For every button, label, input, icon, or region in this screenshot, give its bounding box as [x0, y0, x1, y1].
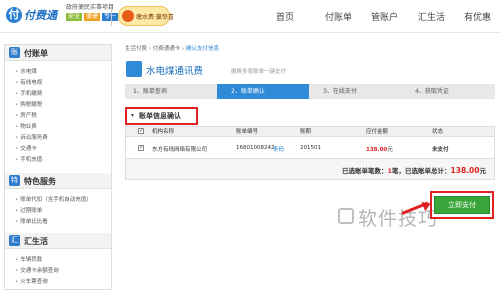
pay-now-button[interactable]: 立即支付: [434, 196, 490, 214]
sidebar-item[interactable]: 手机充值: [15, 155, 42, 163]
sidebar-item[interactable]: 车辆罚款: [15, 255, 42, 263]
breadcrumb-current: 确认支付信息: [185, 46, 219, 52]
cell-amount: 138.00元: [366, 145, 393, 153]
col-status: 状态: [432, 129, 444, 135]
sidebar-item[interactable]: 物业费: [15, 122, 37, 130]
top-header: 付 付费通 政府便民实事项目 安全 便捷 专一 缴水费·赢惊喜 首页 付账单 管…: [0, 0, 500, 33]
nav-home[interactable]: 首页: [276, 10, 294, 23]
chevron-down-icon: ▾: [131, 112, 135, 119]
gift-icon: [122, 10, 134, 22]
breadcrumb-item[interactable]: 付费通通卡: [153, 46, 181, 52]
step-progress: 1、账单查询 2、账单确认 3、在线支付 4、获取凭证: [125, 84, 495, 99]
barcode-link[interactable]: 条码: [273, 145, 284, 153]
slogan: 政府便民实事项目: [66, 4, 115, 11]
sidebar: 账 付账单 水电煤 有线电视 手机缴费 购税缴税 房产税 物业费 诉讼服务费 交…: [4, 44, 112, 290]
section-title: 账单信息确认: [139, 112, 181, 120]
sidebar-item[interactable]: 水电煤: [15, 67, 37, 75]
cell-period: 201501: [300, 145, 321, 151]
col-bill-no: 账单编号: [236, 129, 259, 135]
sidebar-item[interactable]: 账单比比看: [15, 217, 48, 225]
amount-unit: 元: [387, 147, 393, 153]
select-all-checkbox[interactable]: ✓: [138, 128, 144, 134]
breadcrumb: 生活付费 › 付费通通卡 › 确认支付信息: [125, 44, 219, 52]
watermark-icon: [338, 208, 354, 224]
col-org: 机构名称: [152, 129, 175, 135]
amount-value: 138.00: [366, 147, 388, 153]
page-title: 水电煤通讯费: [146, 66, 204, 77]
summary-mid: 笔，已选账单总计：: [392, 167, 451, 175]
slogan-tag: 便捷: [84, 13, 101, 21]
sidebar-section-title: 汇生活: [24, 237, 48, 246]
promo-banner[interactable]: 缴水费·赢惊喜: [118, 6, 174, 26]
sidebar-section-title: 付账单: [24, 49, 48, 58]
step-confirm: 2、账单确认: [217, 84, 309, 99]
sidebar-item[interactable]: 诉讼服务费: [15, 133, 48, 141]
step-pay: 3、在线支付: [309, 84, 401, 99]
page-subtitle: 缴费多张账单一键支付: [231, 69, 287, 75]
sidebar-item[interactable]: 账单代扣（含手机自动充值）: [15, 195, 92, 203]
sidebar-section-special: 特 特色服务: [5, 173, 111, 189]
sidebar-item[interactable]: 交通卡余额查询: [15, 266, 59, 274]
sidebar-item[interactable]: 有线电视: [15, 78, 42, 86]
breadcrumb-item[interactable]: 生活付费: [125, 46, 147, 52]
slogan-tag: 安全: [66, 13, 83, 21]
logo-divider: [111, 6, 112, 26]
utility-icon: [126, 61, 142, 77]
cell-status: 未支付: [432, 147, 449, 153]
bill-icon: 账: [9, 47, 20, 58]
life-icon: 汇: [9, 235, 20, 246]
sidebar-section-title: 特色服务: [24, 177, 56, 186]
promo-text: 缴水费·赢惊喜: [136, 14, 174, 21]
sidebar-item[interactable]: 火车票查询: [15, 277, 48, 285]
summary-prefix: 已选账单笔数：: [342, 167, 388, 175]
sidebar-item[interactable]: 购税缴税: [15, 100, 42, 108]
summary-bar: 已选账单笔数：1笔，已选账单总计：138.00元: [125, 159, 495, 180]
col-amount: 应付金额: [366, 129, 389, 135]
cell-bill-no: 16801008242: [236, 145, 275, 151]
nav-pay-bills[interactable]: 付账单: [325, 10, 352, 23]
sidebar-item[interactable]: 房产税: [15, 111, 37, 119]
step-query: 1、账单查询: [125, 84, 217, 99]
sidebar-section-life: 汇 汇生活: [5, 233, 111, 249]
nav-offers[interactable]: 有优惠: [464, 10, 491, 23]
logo-text[interactable]: 付费通: [24, 7, 57, 23]
summary-total: 138.00: [450, 166, 480, 175]
sidebar-section-pay: 账 付账单: [5, 45, 111, 61]
cell-org: 东方有线网络有限公司: [152, 147, 208, 153]
row-checkbox[interactable]: ✓: [138, 145, 144, 151]
logo-icon: 付: [6, 7, 22, 23]
sidebar-item[interactable]: 过期账单: [15, 206, 42, 214]
step-receipt: 4、获取凭证: [401, 84, 495, 99]
sidebar-item[interactable]: 交通卡: [15, 144, 37, 152]
nav-life[interactable]: 汇生活: [418, 10, 445, 23]
summary-text: 已选账单笔数：1笔，已选账单总计：138.00元: [342, 165, 486, 175]
col-period: 账期: [300, 129, 312, 135]
summary-unit: 元: [479, 167, 487, 175]
star-icon: 特: [9, 175, 20, 186]
sidebar-item[interactable]: 手机缴费: [15, 89, 42, 97]
nav-account[interactable]: 管账户: [371, 10, 398, 23]
